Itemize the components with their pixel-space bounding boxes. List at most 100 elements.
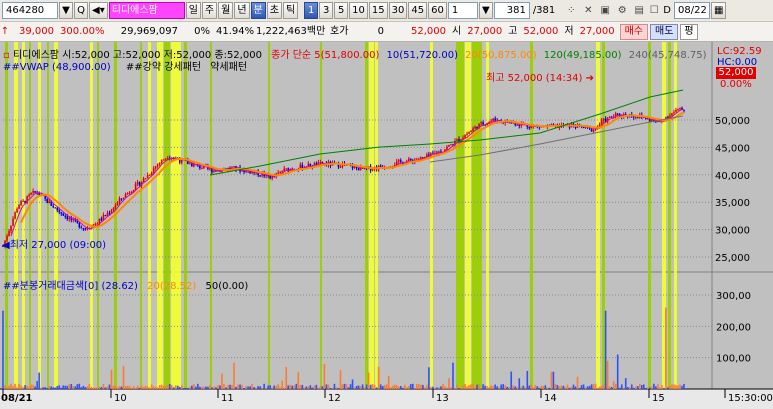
volume-bar (313, 385, 316, 389)
volume-bar (620, 384, 623, 389)
period-tick[interactable]: 틱 (282, 2, 299, 19)
interval-3[interactable]: 3 (319, 2, 334, 19)
gear-icon[interactable]: ⚙ (614, 2, 630, 19)
candle-body (80, 227, 83, 229)
volume-bar (229, 384, 231, 389)
ma5-value: 5(51,800.00) (314, 50, 380, 61)
interval-5[interactable]: 5 (334, 2, 349, 19)
volume-bar (162, 386, 165, 389)
interval-1[interactable]: 1 (304, 2, 319, 19)
candle-body (671, 113, 673, 116)
interval-10[interactable]: 10 (349, 2, 368, 19)
candle-body (456, 138, 458, 141)
candle-body (120, 198, 123, 200)
volume-bar (295, 383, 298, 389)
time-axis-label: 11 (221, 393, 234, 404)
volume-bar (261, 387, 263, 389)
interval-30[interactable]: 30 (388, 2, 408, 19)
save-icon[interactable]: ▣ (597, 2, 613, 19)
volume-bar (267, 385, 269, 389)
period-second[interactable]: 초 (266, 2, 282, 19)
volume-bar (572, 384, 575, 389)
volume-bar (492, 386, 494, 389)
volume-bar (241, 384, 243, 389)
volume-bar (132, 386, 135, 389)
speaker-icon[interactable]: ◀▾ (89, 2, 108, 19)
volume-bar (407, 385, 410, 389)
candle-body (213, 170, 215, 173)
date-input[interactable]: 08/22 (673, 2, 710, 19)
candle-body (636, 117, 639, 119)
candle-body (122, 197, 125, 199)
candle-body (62, 213, 65, 216)
candle-body (645, 117, 647, 120)
volume-bar (114, 385, 117, 389)
interval-60[interactable]: 60 (428, 2, 447, 19)
volume-bar (251, 383, 253, 389)
period-minute[interactable]: 분 (250, 2, 266, 19)
candle-body (201, 168, 203, 170)
chart-toolbar: 464280 ▼ Q ◀▾ 티디에스팜 일 주 월 년 분 초 틱 1 3 5 … (0, 0, 773, 22)
volume-bar (20, 385, 22, 389)
volume-bar (46, 387, 48, 389)
candle-body (608, 116, 611, 118)
volume-bar (369, 384, 372, 389)
interval-45[interactable]: 45 (408, 2, 428, 19)
volume-bar (544, 385, 547, 389)
code-dropdown-button[interactable]: ▼ (59, 2, 73, 19)
volume-bar (651, 386, 653, 389)
volume-bar (187, 387, 189, 389)
price-chart[interactable]: 50,000 45,000 40,000 35,000 30,000 25,000 300,… (0, 42, 773, 409)
buy-button[interactable]: 매수 (619, 23, 649, 40)
pattern-band (668, 42, 671, 389)
volume-bar (416, 384, 418, 389)
volume-bar (130, 388, 133, 389)
candle-body (602, 118, 605, 121)
stock-name: 티디에스팜 (108, 2, 185, 19)
volume-bar (526, 370, 529, 389)
search-icon[interactable]: Q (74, 2, 88, 19)
volume-bar (349, 384, 352, 389)
candle-body (118, 198, 121, 203)
period-month[interactable]: 월 (218, 2, 234, 19)
candle-body (464, 134, 466, 138)
pattern-band (164, 42, 170, 389)
period-year[interactable]: 년 (234, 2, 250, 19)
interval-15[interactable]: 15 (368, 2, 388, 19)
volume-bar (594, 383, 597, 389)
calendar-icon[interactable]: ▦ (710, 2, 727, 19)
candle-body (667, 117, 669, 119)
data-count-input[interactable]: 381 (493, 2, 530, 19)
volume-bar (122, 365, 125, 389)
eval-button[interactable]: 평 (680, 23, 698, 40)
volume-bar (552, 371, 555, 389)
volume-bar (317, 387, 320, 389)
candle-body (233, 166, 235, 168)
volume-bar (191, 385, 193, 389)
volume-bar (227, 384, 229, 389)
stock-code-input[interactable]: 464280 (2, 2, 58, 19)
interval-dropdown-button[interactable]: ▼ (478, 2, 493, 19)
volume-bar (606, 360, 609, 389)
period-week[interactable]: 주 (201, 2, 218, 19)
volume-bar (353, 387, 356, 389)
volume-bar (582, 384, 585, 389)
volume-bar (657, 383, 659, 389)
volume-bar (48, 385, 51, 389)
volume-bar (470, 384, 472, 389)
volume-bar (96, 387, 99, 389)
chart-tool-icon[interactable]: ✕ (580, 2, 596, 19)
volume-bar (488, 387, 490, 389)
chart-area[interactable]: 50,000 45,000 40,000 35,000 30,000 25,000 300,… (0, 42, 773, 409)
panel-icon[interactable]: ▤ (631, 2, 647, 19)
interval-select[interactable]: 1 (447, 2, 478, 19)
period-day[interactable]: 일 (185, 2, 201, 19)
grid-icon[interactable]: ⁘ (563, 2, 579, 19)
candle-body (339, 167, 342, 169)
candle-body (138, 182, 141, 186)
candle-body (458, 138, 460, 142)
sell-button[interactable]: 매도 (650, 23, 679, 40)
candle-body (148, 174, 151, 176)
volume-bar (78, 383, 81, 389)
date-checkbox[interactable]: ☐ (648, 2, 660, 19)
